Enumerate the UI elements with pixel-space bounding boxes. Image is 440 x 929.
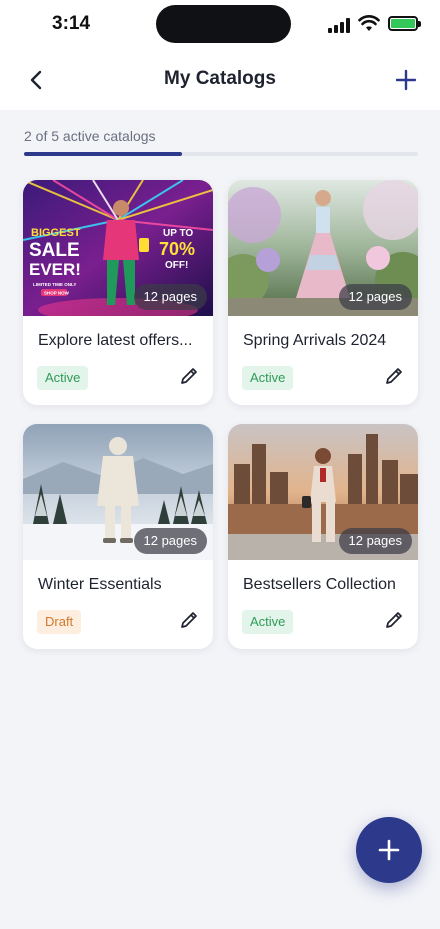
catalog-thumbnail: BIGGEST SALE EVER! LIMITED TIME ONLY SHO… <box>23 180 213 316</box>
catalog-card[interactable]: 12 pages Spring Arrivals 2024 Active <box>228 180 418 405</box>
status-bar: 3:14 <box>0 0 440 52</box>
promo-small-text: LIMITED TIME ONLY <box>33 282 76 287</box>
promo-line-3: EVER! <box>29 260 81 279</box>
catalog-card[interactable]: BIGGEST SALE EVER! LIMITED TIME ONLY SHO… <box>23 180 213 405</box>
status-badge: Active <box>242 366 294 390</box>
signal-icon <box>328 17 352 33</box>
status-time: 3:14 <box>52 13 91 34</box>
pencil-icon <box>181 368 197 384</box>
promo-cta: SHOP NOW <box>44 291 70 296</box>
create-catalog-fab[interactable] <box>356 817 422 883</box>
add-catalog-button[interactable] <box>392 66 420 94</box>
catalog-card[interactable]: 12 pages Bestsellers Collection Active <box>228 424 418 649</box>
status-badge: Draft <box>37 610 82 634</box>
promo-line-2: SALE <box>29 240 80 261</box>
edit-button[interactable] <box>382 364 406 388</box>
plus-icon <box>378 839 400 861</box>
edit-button[interactable] <box>177 608 201 632</box>
pencil-icon <box>386 368 402 384</box>
progress-bar <box>24 152 418 156</box>
catalog-thumbnail: 12 pages <box>23 424 213 560</box>
promo-right-line-3: OFF! <box>165 260 188 271</box>
battery-icon <box>388 16 421 31</box>
promo-right-line-1: UP TO <box>163 228 193 239</box>
catalog-title: Bestsellers Collection <box>243 576 396 593</box>
page-count-badge: 12 pages <box>338 528 412 554</box>
active-catalogs-count: 2 of 5 active catalogs <box>24 128 156 144</box>
catalog-card[interactable]: 12 pages Winter Essentials Draft <box>23 424 213 649</box>
edit-button[interactable] <box>177 364 201 388</box>
pencil-icon <box>386 612 402 628</box>
plus-icon <box>395 69 417 91</box>
catalog-title: Spring Arrivals 2024 <box>243 332 387 349</box>
pencil-icon <box>181 612 197 628</box>
dynamic-island <box>156 5 291 43</box>
progress-fill <box>24 152 182 156</box>
catalog-thumbnail: 12 pages <box>228 424 418 560</box>
catalog-thumbnail: 12 pages <box>228 180 418 316</box>
promo-right-line-2: 70% <box>159 239 195 259</box>
page-count-badge: 12 pages <box>338 284 412 310</box>
page-title: My Catalogs <box>164 68 276 89</box>
catalog-title: Explore latest offers... <box>38 332 193 349</box>
catalog-title: Winter Essentials <box>38 576 162 593</box>
nav-bar: My Catalogs <box>0 52 440 110</box>
page-count-badge: 12 pages <box>133 284 207 310</box>
wifi-icon <box>358 15 380 31</box>
page-count-badge: 12 pages <box>133 528 207 554</box>
status-badge: Active <box>37 366 89 390</box>
promo-line-1: BIGGEST <box>31 227 81 239</box>
status-badge: Active <box>242 610 294 634</box>
edit-button[interactable] <box>382 608 406 632</box>
